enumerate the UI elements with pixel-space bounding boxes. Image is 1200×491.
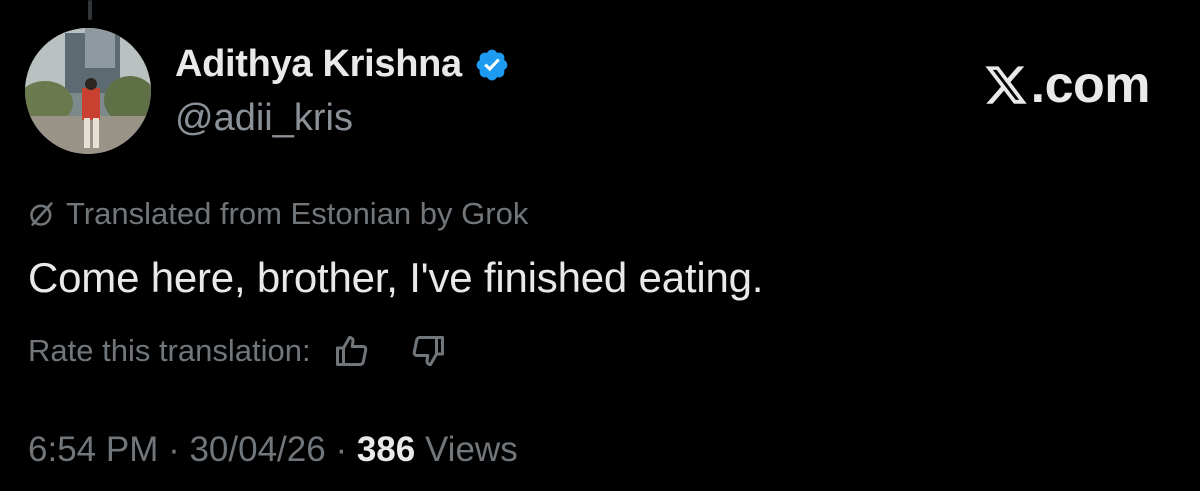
- thread-connector-line: [88, 0, 92, 20]
- views-count[interactable]: 386: [357, 430, 415, 470]
- tweet-time[interactable]: 6:54 PM: [28, 430, 158, 470]
- brand-domain-label: .com: [1030, 56, 1151, 114]
- translation-notice-text: Translated from Estonian by Grok: [66, 196, 529, 231]
- tweet-meta: 6:54 PM · 30/04/26 · 386 Views: [28, 430, 518, 470]
- views-label: Views: [415, 430, 518, 470]
- author-display-name[interactable]: Adithya Krishna: [175, 43, 462, 86]
- views-label-text: Views: [424, 430, 518, 469]
- rate-translation-row: Rate this translation:: [28, 333, 447, 369]
- rate-translation-label: Rate this translation:: [28, 333, 311, 368]
- translation-notice: Translated from Estonian by Grok: [28, 196, 528, 232]
- author-handle[interactable]: @adii_kris: [175, 97, 353, 140]
- thumbs-down-icon[interactable]: [411, 333, 447, 369]
- tweet-text: Come here, brother, I've finished eating…: [28, 254, 764, 301]
- grok-icon: [30, 202, 53, 226]
- author-name-row: Adithya Krishna: [175, 43, 510, 86]
- meta-separator: ·: [325, 430, 357, 469]
- brand-watermark: .com: [983, 55, 1151, 115]
- tweet-date[interactable]: 30/04/26: [189, 430, 325, 470]
- x-logo-icon: [985, 66, 1027, 104]
- meta-separator: ·: [158, 430, 190, 469]
- avatar-photo: [25, 28, 151, 154]
- avatar[interactable]: [25, 28, 151, 154]
- verified-badge-icon: [474, 47, 510, 83]
- thumbs-up-icon[interactable]: [333, 333, 369, 369]
